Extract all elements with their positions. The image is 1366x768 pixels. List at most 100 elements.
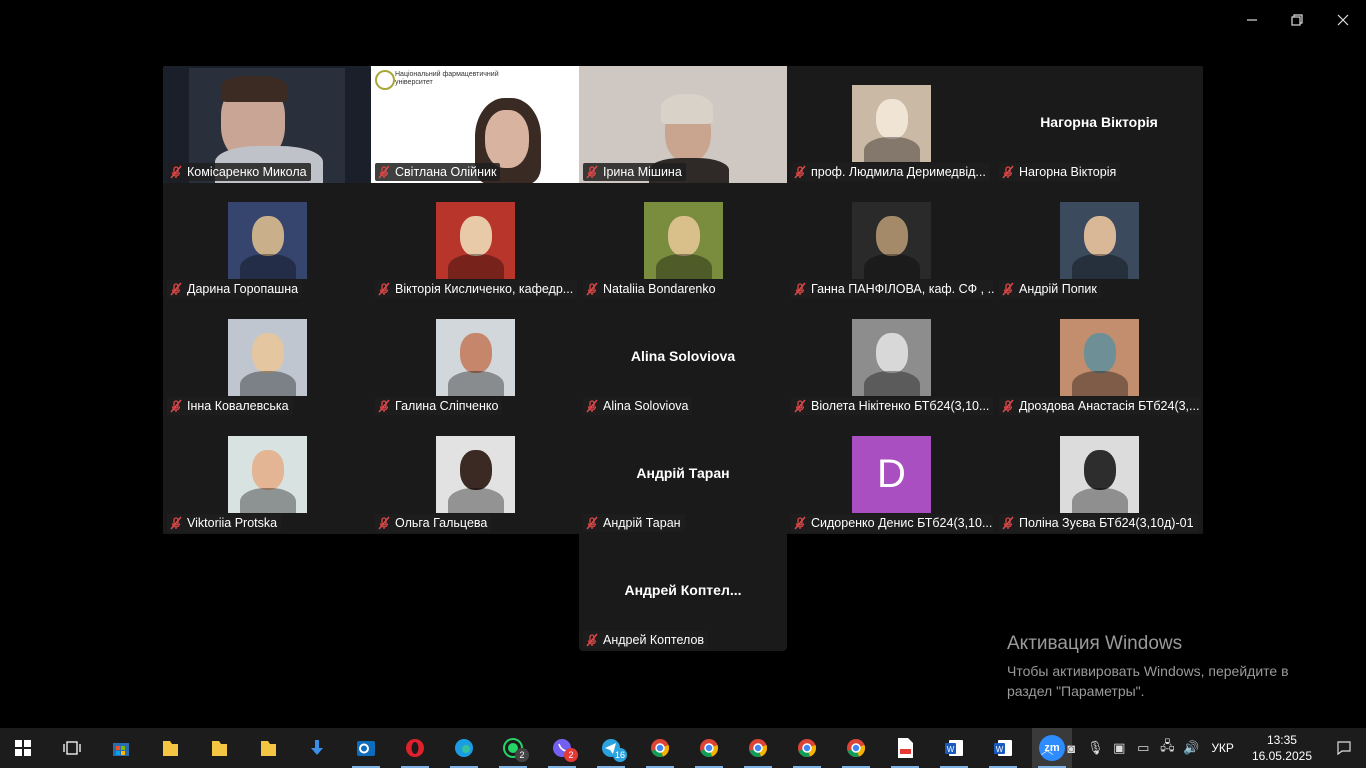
participant-tile[interactable]: Ганна ПАНФІЛОВА, каф. СФ , ...	[787, 183, 995, 300]
mic-muted-icon	[378, 516, 390, 530]
language-indicator[interactable]: УКР	[1203, 741, 1242, 755]
whatsapp-taskbar-button[interactable]: 2	[493, 728, 533, 768]
participant-tile[interactable]: проф. Людмила Деримедвід...	[787, 66, 995, 183]
participant-name: Інна Ковалевська	[187, 399, 289, 413]
participant-tile[interactable]: Національний фармацевтичний університет Св…	[371, 66, 579, 183]
windows-activation-watermark: Активация Windows Чтобы активировать Win…	[1007, 633, 1317, 701]
mic-muted-icon	[1002, 399, 1014, 413]
participant-nameplate: Nataliia Bondarenko	[583, 280, 720, 298]
folder-icon	[209, 738, 229, 758]
clock[interactable]: 13:35 16.05.2025	[1242, 732, 1322, 764]
mic-muted-icon	[170, 399, 182, 413]
minimize-button[interactable]	[1237, 8, 1267, 32]
folder-icon	[258, 738, 278, 758]
word-taskbar-button[interactable]: W	[983, 728, 1023, 768]
participant-tile[interactable]: Андрій Таран Андрій Таран	[579, 417, 787, 534]
download-icon	[307, 738, 327, 758]
svg-text:W: W	[947, 745, 955, 754]
participant-tile[interactable]: Вікторія Кисличенко, кафедр...	[371, 183, 579, 300]
university-logo	[375, 70, 395, 90]
start-taskbar-button[interactable]	[3, 728, 43, 768]
participant-tile[interactable]: D Сидоренко Денис БТб24(3,10...	[787, 417, 995, 534]
participant-nameplate: Viktoriia Protska	[167, 514, 282, 532]
participant-nameplate: Галина Сліпченко	[375, 397, 503, 415]
folder-taskbar-button[interactable]	[248, 728, 288, 768]
restore-button[interactable]	[1282, 8, 1312, 32]
participant-tile[interactable]: Viktoriia Protska	[163, 417, 371, 534]
chrome-icon	[698, 737, 720, 759]
volume-icon[interactable]: 🔊	[1179, 728, 1203, 768]
battery-icon[interactable]: ▭	[1131, 728, 1155, 768]
participant-tile[interactable]: Дроздова Анастасія БТб24(3,...	[995, 300, 1203, 417]
participant-tile[interactable]: Поліна Зуєва БТб24(3,10д)-01	[995, 417, 1203, 534]
outlook-icon	[355, 737, 377, 759]
opera-icon	[404, 737, 426, 759]
word-taskbar-button[interactable]: W	[934, 728, 974, 768]
notification-badge: 2	[564, 748, 578, 762]
participant-nameplate: Дарина Горопашна	[167, 280, 303, 298]
clock-date: 16.05.2025	[1251, 749, 1312, 763]
notification-icon[interactable]	[1322, 728, 1366, 768]
minimize-icon	[1247, 19, 1257, 21]
participant-avatar	[436, 436, 515, 513]
participant-tile[interactable]: Галина Сліпченко	[371, 300, 579, 417]
participant-tile[interactable]: Віолета Нікітенко БТб24(3,10...	[787, 300, 995, 417]
participant-tile[interactable]: Нагорна Вікторія Нагорна Вікторія	[995, 66, 1203, 183]
participant-tile[interactable]: Nataliia Bondarenko	[579, 183, 787, 300]
chrome-taskbar-button[interactable]	[836, 728, 876, 768]
participant-name: Ірина Мішина	[603, 165, 682, 179]
chrome-taskbar-button[interactable]	[640, 728, 680, 768]
participant-nameplate: Ольга Гальцева	[375, 514, 492, 532]
system-tray: ︿ ◙ 🎙 ▣ ▭ 🖧 🔊 УКР 13:35 16.05.2025	[1035, 728, 1366, 768]
participant-tile[interactable]: Комісаренко Микола	[163, 66, 371, 183]
participant-name: Сидоренко Денис БТб24(3,10...	[811, 516, 993, 530]
participant-name: Ганна ПАНФІЛОВА, каф. СФ , ...	[811, 282, 995, 296]
gallery-view: Комісаренко Микола Національний фармацевт…	[163, 66, 1203, 651]
download-taskbar-button[interactable]	[297, 728, 337, 768]
mic-muted-icon	[586, 399, 598, 413]
participant-avatar-letter: D	[852, 436, 931, 513]
microphone-icon[interactable]: 🎙	[1083, 728, 1107, 768]
participant-tile[interactable]: Ірина Мішина	[579, 66, 787, 183]
participant-nameplate: Ірина Мішина	[583, 163, 686, 181]
close-button[interactable]	[1328, 8, 1358, 32]
opera-taskbar-button[interactable]	[395, 728, 435, 768]
display-icon[interactable]: ▣	[1107, 728, 1131, 768]
outlook-taskbar-button[interactable]	[346, 728, 386, 768]
chevron-up-icon[interactable]: ︿	[1035, 728, 1059, 768]
chrome-taskbar-button[interactable]	[689, 728, 729, 768]
participant-nameplate: Світлана Олійник	[375, 163, 501, 181]
participant-tile[interactable]: Ольга Гальцева	[371, 417, 579, 534]
activation-text: Чтобы активировать Windows, перейдите в …	[1007, 663, 1289, 699]
mic-muted-icon	[1002, 516, 1014, 530]
participant-tile[interactable]: Інна Ковалевська	[163, 300, 371, 417]
pdf-taskbar-button[interactable]	[885, 728, 925, 768]
task-view-taskbar-button[interactable]	[52, 728, 92, 768]
word-icon: W	[943, 737, 965, 759]
participant-tile[interactable]: Андрій Попик	[995, 183, 1203, 300]
participant-nameplate: проф. Людмила Деримедвід...	[791, 163, 990, 181]
participant-tile[interactable]: Дарина Горопашна	[163, 183, 371, 300]
network-icon[interactable]: 🖧	[1155, 728, 1179, 768]
participant-tile[interactable]: Alina Soloviova Alina Soloviova	[579, 300, 787, 417]
participant-avatar	[1060, 202, 1139, 279]
store-taskbar-button[interactable]	[101, 728, 141, 768]
participant-display-name: Alina Soloviova	[630, 348, 736, 364]
chrome-taskbar-button[interactable]	[787, 728, 827, 768]
chrome-taskbar-button[interactable]	[738, 728, 778, 768]
folder-taskbar-button[interactable]	[150, 728, 190, 768]
camera-icon[interactable]: ◙	[1059, 728, 1083, 768]
folder-taskbar-button[interactable]	[199, 728, 239, 768]
word-icon: W	[992, 737, 1014, 759]
participant-name: Nataliia Bondarenko	[603, 282, 716, 296]
telegram-taskbar-button[interactable]: 16	[591, 728, 631, 768]
task-view-icon	[62, 739, 82, 757]
participant-avatar	[228, 436, 307, 513]
participant-nameplate: Сидоренко Денис БТб24(3,10...	[791, 514, 993, 532]
mic-muted-icon	[794, 282, 806, 296]
viber-taskbar-button[interactable]: 2	[542, 728, 582, 768]
edge-taskbar-button[interactable]	[444, 728, 484, 768]
mic-muted-icon	[1002, 282, 1014, 296]
participant-tile[interactable]: Андрей Коптел... Андрей Коптелов	[579, 534, 787, 651]
start-icon	[14, 739, 32, 757]
